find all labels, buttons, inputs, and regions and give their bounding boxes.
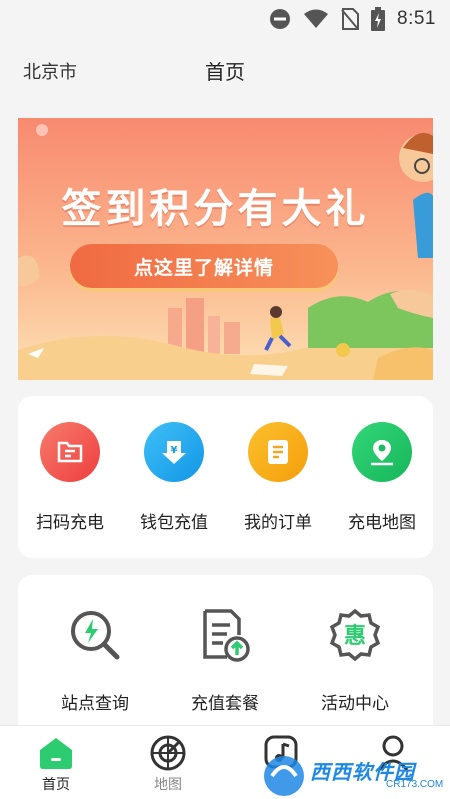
- promo-banner[interactable]: 签到积分有大礼 点这里了解详情: [18, 118, 433, 380]
- features-card: 站点查询 充值套餐 惠 活动中心: [18, 575, 433, 725]
- top-header: 北京市 首页: [0, 50, 450, 90]
- do-not-disturb-icon: [270, 9, 291, 29]
- charging-map-button[interactable]: 充电地图: [330, 422, 434, 533]
- station-search-button[interactable]: 站点查询: [30, 607, 160, 714]
- tab-home[interactable]: 首页: [0, 734, 112, 794]
- watermark-logo-icon: [264, 756, 304, 796]
- wallet-recharge-button[interactable]: ¥ 钱包充值: [122, 422, 226, 533]
- recharge-package-button[interactable]: 充值套餐: [160, 607, 290, 714]
- tab-label: 首页: [42, 777, 70, 793]
- quick-action-label: 扫码充电: [36, 513, 104, 533]
- wallet-icon: ¥: [144, 422, 204, 482]
- banner-headline: 签到积分有大礼: [61, 186, 370, 232]
- quick-action-label: 钱包充值: [140, 513, 208, 533]
- feature-label: 活动中心: [321, 694, 389, 714]
- no-sim-icon: [341, 8, 360, 30]
- battery-charging-icon: [371, 7, 386, 31]
- watermark-sub: CR173.COM: [386, 779, 444, 790]
- radar-map-icon: [148, 734, 188, 772]
- feature-label: 站点查询: [61, 694, 129, 714]
- wifi-icon: [304, 9, 329, 28]
- station-search-icon: [71, 611, 120, 660]
- quick-actions-card: 扫码充电 ¥ 钱包充值 我的订单 充电地图: [18, 396, 433, 558]
- promotion-badge: 惠: [344, 624, 366, 649]
- promotion-icon: 惠: [329, 608, 381, 662]
- quick-action-label: 充电地图: [348, 513, 416, 533]
- status-time: 8:51: [397, 8, 436, 29]
- order-icon: [248, 422, 308, 482]
- status-bar: 8:51: [0, 0, 450, 38]
- svg-text:¥: ¥: [171, 445, 178, 456]
- promotion-center-button[interactable]: 惠 活动中心: [290, 607, 420, 714]
- scan-charge-button[interactable]: 扫码充电: [18, 422, 122, 533]
- map-pin-icon: [352, 422, 412, 482]
- recharge-package-icon: [203, 609, 250, 662]
- scan-icon: [40, 422, 100, 482]
- banner-cta-button[interactable]: 点这里了解详情: [70, 244, 338, 288]
- site-watermark: 西西软件园 CR173.COM: [258, 752, 450, 798]
- page-title: 首页: [205, 60, 245, 84]
- tab-label: 地图: [154, 777, 182, 793]
- quick-action-label: 我的订单: [244, 513, 312, 533]
- home-icon: [36, 734, 76, 772]
- my-orders-button[interactable]: 我的订单: [226, 422, 330, 533]
- tab-map[interactable]: 地图: [112, 734, 224, 794]
- feature-label: 充值套餐: [191, 694, 259, 714]
